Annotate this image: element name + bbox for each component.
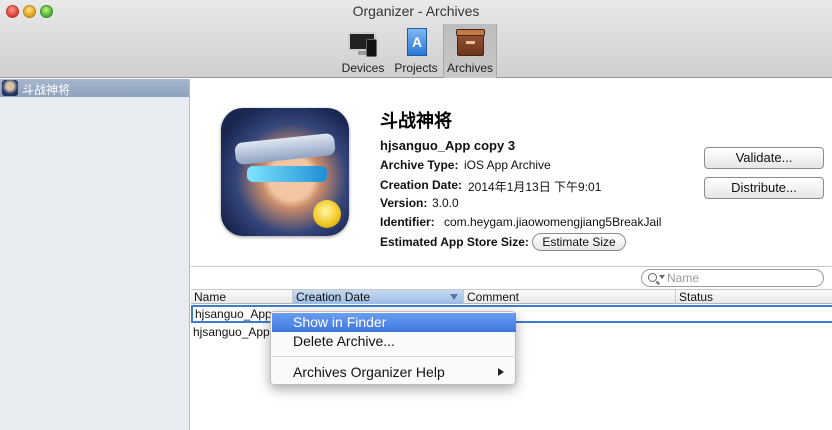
validate-button[interactable]: Validate... — [704, 147, 824, 169]
identifier-value: com.heygam.jiaowomengjiang5BreakJail — [444, 215, 662, 229]
creation-date-value: 2014年1月13日 下午9:01 — [468, 180, 602, 194]
search-icon — [648, 273, 657, 282]
archive-type-value: iOS App Archive — [464, 158, 551, 172]
toolbar-devices-label: Devices — [341, 61, 385, 75]
details-divider — [191, 266, 832, 267]
app-name: 斗战神将 — [380, 111, 452, 131]
column-header-status[interactable]: Status — [676, 290, 832, 304]
column-header-creation-date-label: Creation Date — [296, 290, 371, 304]
menu-item-label: Archives Organizer Help — [293, 364, 445, 380]
menu-separator — [272, 356, 516, 357]
creation-date-key: Creation Date: — [380, 178, 463, 192]
toolbar-projects[interactable]: A Projects — [389, 24, 443, 78]
archive-type-row: Archive Type: iOS App Archive — [380, 158, 551, 172]
devices-icon — [346, 28, 380, 58]
menu-item-show-in-finder[interactable]: Show in Finder — [272, 313, 516, 332]
version-value: 3.0.0 — [432, 196, 459, 210]
column-header-creation-date[interactable]: Creation Date — [293, 290, 464, 304]
context-menu: Show in Finder Delete Archive... Archive… — [270, 311, 516, 385]
archive-type-key: Archive Type: — [380, 158, 459, 172]
menu-item-delete-archive[interactable]: Delete Archive... — [272, 332, 516, 351]
identifier-row: Identifier: com.heygam.jiaowomengjiang5B… — [380, 215, 661, 229]
toolbar-archives-label: Archives — [446, 61, 493, 75]
estimated-size-row: Estimated App Store Size: — [380, 235, 529, 249]
sidebar-item-label: 斗战神将 — [22, 83, 71, 97]
search-menu-chevron-icon[interactable] — [659, 275, 665, 279]
distribute-button[interactable]: Distribute... — [704, 177, 824, 199]
window-titlebar: Organizer - Archives Devices A Projects … — [0, 0, 832, 78]
version-key: Version: — [380, 196, 428, 210]
toolbar-archives[interactable]: Archives — [443, 24, 497, 78]
sidebar-item-app[interactable]: 斗战神将 — [0, 79, 189, 97]
app-icon — [221, 108, 349, 236]
submenu-arrow-icon — [498, 368, 504, 376]
column-header-comment[interactable]: Comment — [464, 290, 676, 304]
sort-descending-icon — [450, 294, 458, 300]
app-thumbnail-icon — [2, 80, 18, 96]
column-header-name[interactable]: Name — [191, 290, 293, 304]
projects-icon: A — [399, 28, 433, 58]
table-cell-name: hjsanguo_App — [193, 325, 270, 339]
window-title: Organizer - Archives — [352, 3, 480, 19]
archive-name: hjsanguo_App copy 3 — [380, 138, 516, 153]
table-header: Name Creation Date Comment Status — [191, 289, 832, 304]
search-field[interactable] — [641, 269, 824, 287]
search-input[interactable] — [667, 271, 817, 285]
menu-item-archives-organizer-help[interactable]: Archives Organizer Help — [272, 363, 516, 382]
archives-icon — [453, 28, 487, 58]
version-row: Version: 3.0.0 — [380, 196, 459, 210]
toolbar-devices[interactable]: Devices — [336, 24, 390, 78]
table-cell-name: hjsanguo_App — [195, 307, 272, 321]
sidebar: 斗战神将 — [0, 79, 190, 430]
creation-date-row: Creation Date: 2014年1月13日 下午9:01 — [380, 178, 601, 194]
toolbar-projects-label: Projects — [394, 61, 438, 75]
estimate-size-button[interactable]: Estimate Size — [532, 233, 626, 251]
estimated-size-key: Estimated App Store Size: — [380, 235, 529, 249]
identifier-key: Identifier: — [380, 215, 435, 229]
